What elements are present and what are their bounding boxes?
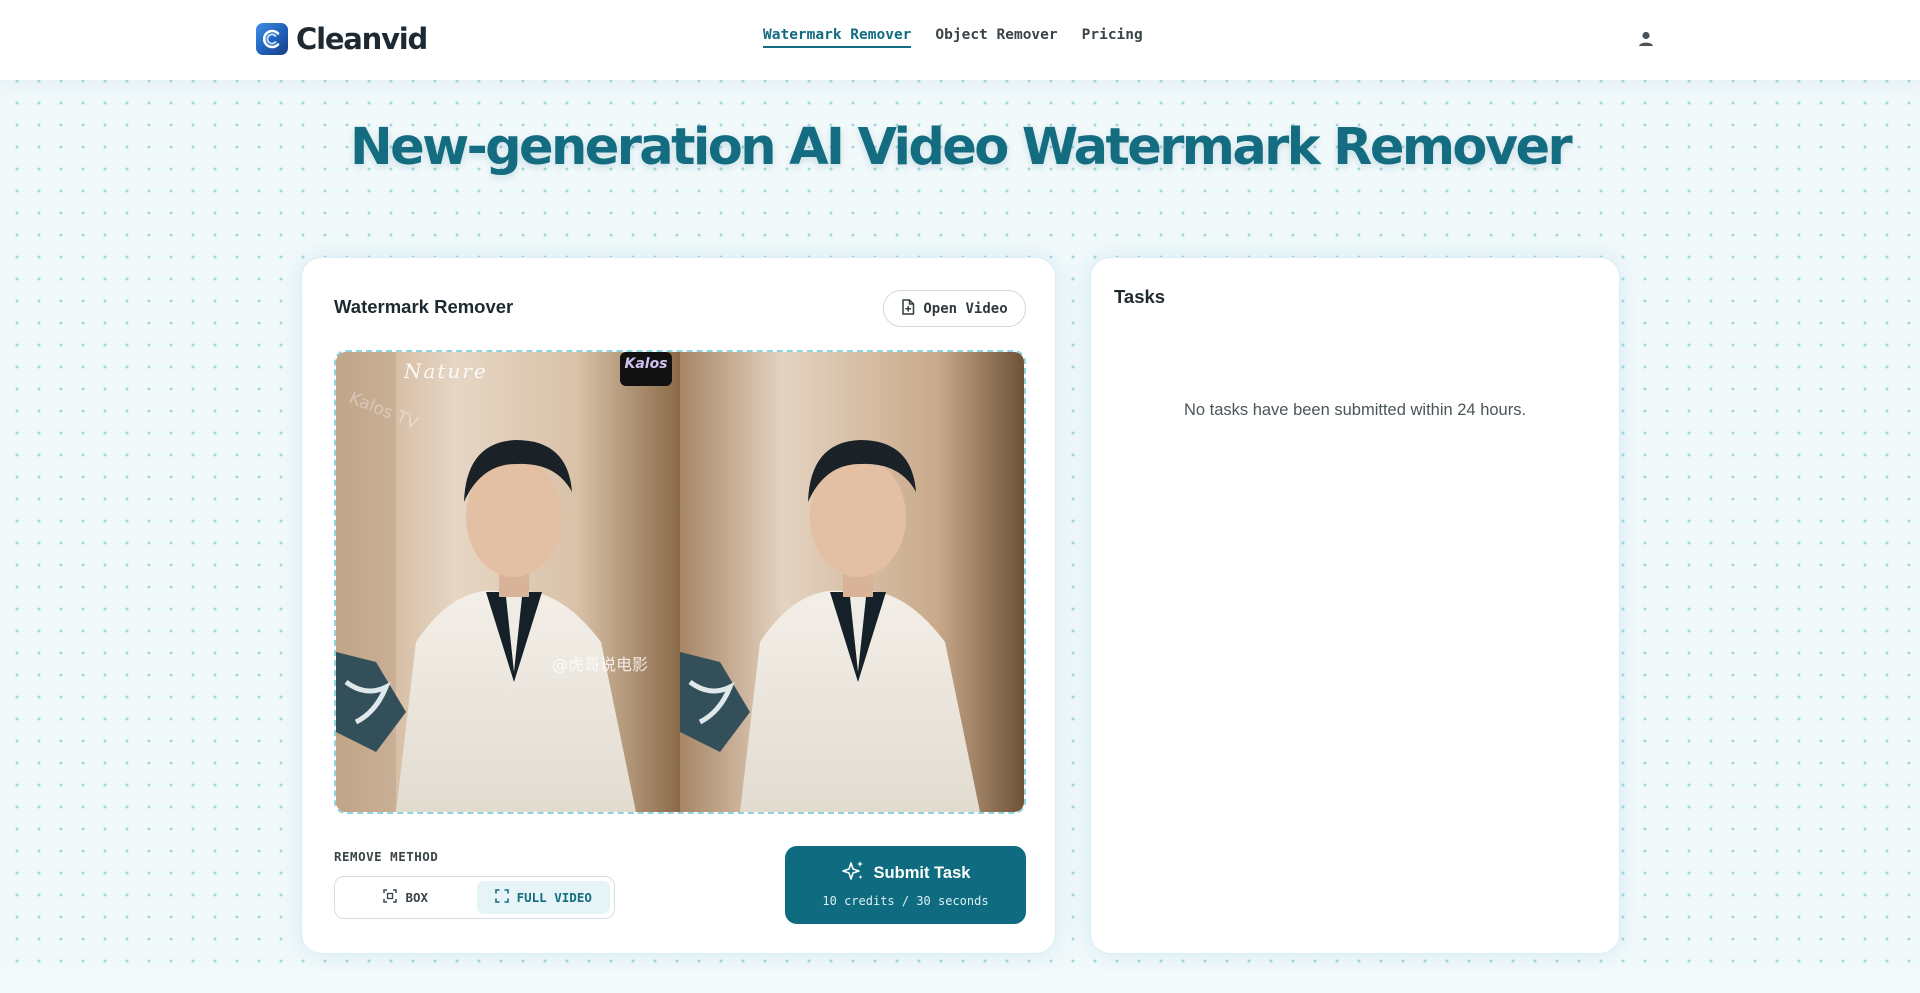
cleanvid-logo-icon	[256, 23, 288, 55]
open-video-label: Open Video	[923, 300, 1008, 317]
nav-object-remover[interactable]: Object Remover	[935, 27, 1057, 48]
main-nav: Watermark Remover Object Remover Pricing	[763, 27, 1143, 48]
method-box-option[interactable]: BOX	[339, 881, 473, 914]
remover-card-title: Watermark Remover	[334, 296, 514, 317]
page-title: New-generation AI Video Watermark Remove…	[350, 118, 1573, 177]
box-select-icon	[383, 889, 398, 906]
video-preview-original: Kalos Nature Kalos TV @虎哥说电影	[336, 352, 680, 812]
chinese-watermark: @虎哥说电影	[552, 655, 648, 674]
video-preview[interactable]: Kalos Nature Kalos TV @虎哥说电影	[334, 350, 1026, 814]
submit-task-label: Submit Task	[873, 864, 971, 882]
top-navbar: Cleanvid Watermark Remover Object Remove…	[0, 0, 1920, 80]
watermark-remover-card: Watermark Remover Open Video Kalos Natur…	[301, 257, 1056, 954]
submit-task-button[interactable]: Submit Task 10 credits / 30 seconds	[785, 846, 1026, 924]
nav-watermark-remover[interactable]: Watermark Remover	[763, 27, 912, 48]
remove-method-label: REMOVE METHOD	[334, 849, 439, 864]
sparkles-icon	[841, 860, 865, 887]
nav-pricing[interactable]: Pricing	[1082, 27, 1143, 48]
user-icon[interactable]	[1636, 29, 1656, 49]
remove-method-toggle: BOX FULL VIDEO	[334, 876, 615, 919]
footer-strip	[0, 970, 1920, 993]
submit-cost-label: 10 credits / 30 seconds	[822, 894, 989, 908]
method-box-label: BOX	[405, 890, 429, 905]
brand-name: Cleanvid	[296, 22, 428, 56]
file-plus-icon	[901, 298, 915, 319]
brand-logo[interactable]: Cleanvid	[256, 22, 428, 56]
tasks-card: Tasks No tasks have been submitted withi…	[1090, 257, 1620, 954]
fullscreen-icon	[494, 889, 509, 906]
tasks-empty-message: No tasks have been submitted within 24 h…	[1183, 401, 1527, 419]
video-preview-cleaned	[680, 352, 1024, 812]
open-video-button[interactable]: Open Video	[883, 290, 1026, 327]
tasks-title: Tasks	[1114, 286, 1166, 307]
kalos-watermark: Kalos	[624, 356, 667, 372]
nature-watermark: Nature	[403, 359, 488, 383]
method-full-video-label: FULL VIDEO	[516, 890, 592, 905]
method-full-video-option[interactable]: FULL VIDEO	[476, 881, 610, 914]
